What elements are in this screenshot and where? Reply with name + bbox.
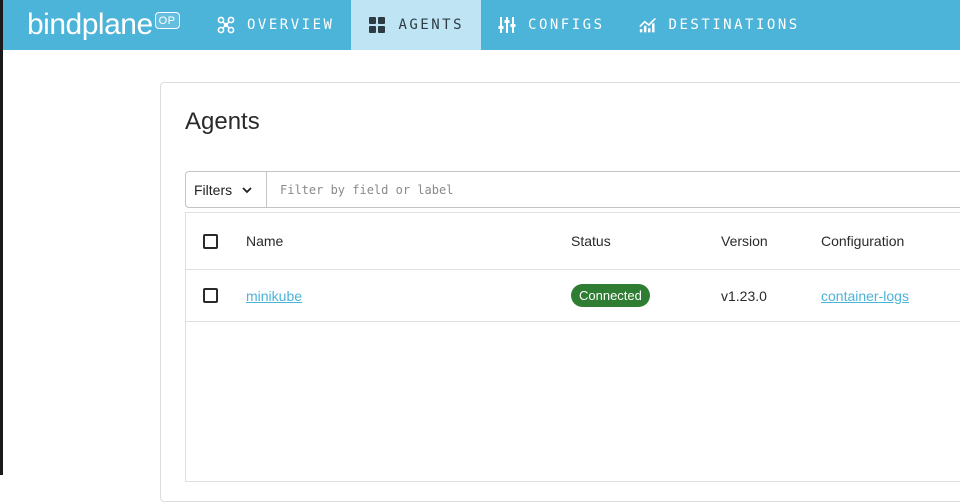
- agents-table: Name Status Version Configuration miniku…: [185, 212, 960, 482]
- window-edge: [0, 0, 3, 475]
- nav-overview[interactable]: OVERVIEW: [200, 0, 351, 50]
- nav-agents[interactable]: AGENTS: [351, 0, 482, 50]
- table-row: minikube Connected v1.23.0 container-log…: [186, 270, 960, 322]
- overview-icon: [217, 16, 235, 34]
- status-badge: Connected: [571, 284, 650, 307]
- column-header-name[interactable]: Name: [246, 213, 283, 269]
- logo-text: bindplane: [27, 8, 153, 41]
- row-select-cell: [203, 270, 218, 321]
- select-all-checkbox[interactable]: [203, 233, 218, 249]
- filters-label: Filters: [194, 181, 233, 198]
- row-checkbox[interactable]: [203, 288, 218, 303]
- column-header-status[interactable]: Status: [571, 213, 611, 269]
- agent-configuration-cell: container-logs: [821, 270, 909, 321]
- agent-version: v1.23.0: [721, 287, 767, 304]
- agent-name-cell: minikube: [246, 270, 302, 321]
- nav-destinations[interactable]: DESTINATIONS: [622, 0, 817, 50]
- nav-overview-label: OVERVIEW: [247, 17, 335, 33]
- agent-status-cell: Connected: [571, 270, 650, 321]
- nav-configs[interactable]: CONFIGS: [481, 0, 622, 50]
- table-header-row: Name Status Version Configuration: [186, 213, 960, 270]
- chevron-down-icon: [242, 185, 252, 195]
- agent-name-link[interactable]: minikube: [246, 288, 302, 304]
- nav-destinations-label: DESTINATIONS: [668, 17, 800, 33]
- configuration-link[interactable]: container-logs: [821, 288, 909, 304]
- grid-icon: [368, 16, 386, 34]
- nav-configs-label: CONFIGS: [528, 17, 605, 33]
- main-nav: OVERVIEW AGENTS CONFIGS DESTINATIONS: [200, 0, 817, 50]
- column-header-configuration[interactable]: Configuration: [821, 213, 904, 269]
- logo-badge: OP: [154, 12, 180, 29]
- filter-bar: Filters: [185, 171, 960, 208]
- top-navigation-bar: bindplane OP OVERVIEW AGENTS CONFIGS DES…: [3, 0, 960, 50]
- column-header-version[interactable]: Version: [721, 213, 768, 269]
- filters-dropdown[interactable]: Filters: [186, 172, 267, 207]
- sliders-icon: [498, 16, 516, 34]
- chart-icon: [638, 16, 657, 34]
- page-title: Agents: [185, 108, 260, 135]
- bindplane-logo[interactable]: bindplane OP: [27, 8, 180, 42]
- filter-input[interactable]: [278, 172, 960, 207]
- select-all-cell: [203, 213, 218, 269]
- nav-agents-label: AGENTS: [398, 17, 465, 33]
